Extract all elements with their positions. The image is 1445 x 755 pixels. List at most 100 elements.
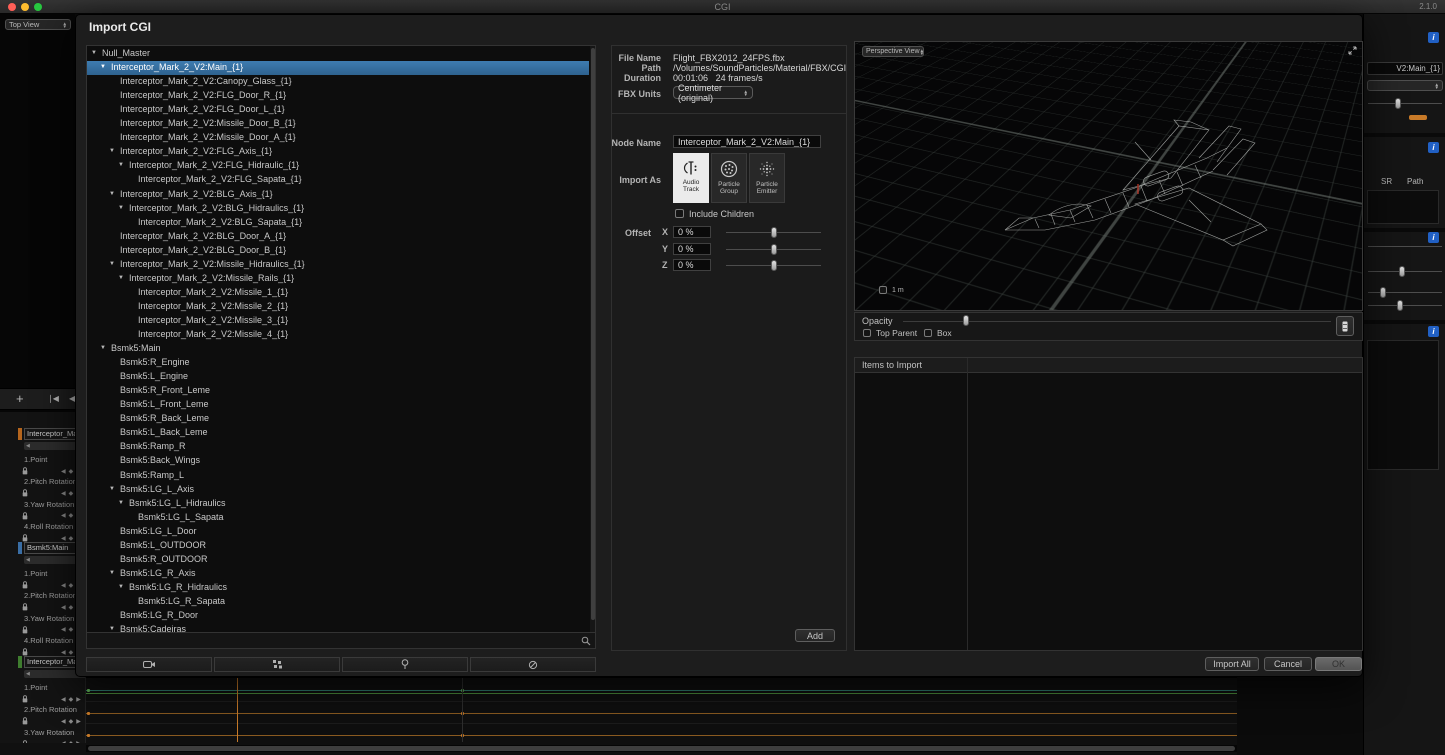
tree-row[interactable]: Interceptor_Mark_2_V2:Canopy_Glass_{1} [87,75,589,89]
track-param-controls[interactable]: ◀◆▶ [22,694,86,704]
inspector-slider[interactable] [1368,103,1442,104]
tree-row[interactable]: Interceptor_Mark_2_V2:Missile_3_{1} [87,314,589,328]
tree-caret-icon[interactable]: ▼ [118,275,124,281]
keyframe-dot[interactable] [87,712,90,715]
tree-row[interactable]: Interceptor_Mark_2_V2:FLG_Sapata_{1} [87,173,589,187]
inspector-slider-thumb[interactable] [1399,266,1405,277]
tree-row[interactable]: Interceptor_Mark_2_V2:FLG_Door_R_{1} [87,89,589,103]
ok-button[interactable]: OK [1315,657,1362,671]
inspector-slider-thumb[interactable] [1397,300,1403,311]
track-param-controls[interactable]: ◀◆▶ [22,716,86,726]
top-view-selector[interactable]: Top View ▲▼ [5,19,71,30]
tree-row[interactable]: Bsmk5:L_Back_Leme [87,426,589,440]
import-as-particle-group-tile[interactable]: Particle Group [711,153,747,203]
info-icon[interactable]: i [1428,142,1439,153]
scroll-left-icon[interactable]: ◀ [26,557,30,563]
tree-row[interactable]: ▼Bsmk5:Main [87,342,589,356]
prev-keyframe-icon[interactable]: ◀ [61,512,66,519]
tree-row[interactable]: ▼Interceptor_Mark_2_V2:Main_{1} [87,61,589,75]
tree-caret-icon[interactable]: ▼ [109,191,115,197]
filter-none-button[interactable] [470,657,596,672]
prev-keyframe-icon[interactable]: ◀ [61,696,66,703]
next-keyframe-icon[interactable]: ▶ [76,696,81,703]
view-selector-dropdown[interactable]: Perspective View ▲▼ [862,46,924,57]
tree-row[interactable]: ▼Interceptor_Mark_2_V2:Missile_Rails_{1} [87,272,589,286]
offset-slider-thumb[interactable] [771,244,777,255]
add-keyframe-icon[interactable]: ◆ [69,626,74,633]
info-icon[interactable]: i [1428,32,1439,43]
top-parent-checkbox[interactable] [863,329,871,337]
tree-caret-icon[interactable]: ▼ [109,570,115,576]
prev-keyframe-icon[interactable]: ◀ [61,582,66,589]
cancel-button[interactable]: Cancel [1264,657,1312,671]
tree-row[interactable]: Bsmk5:R_OUTDOOR [87,553,589,567]
add-track-button[interactable]: + [16,391,24,406]
inspector-slider[interactable] [1368,246,1442,247]
offset-slider-thumb[interactable] [771,260,777,271]
tree-row[interactable]: Interceptor_Mark_2_V2:Missile_2_{1} [87,300,589,314]
tree-caret-icon[interactable]: ▼ [100,64,106,70]
inspector-slider-thumb[interactable] [1395,98,1401,109]
skip-start-button[interactable]: ❘◀ [47,394,58,403]
tree-row[interactable]: ▼Bsmk5:LG_L_Axis [87,483,589,497]
scale-reference-checkbox[interactable] [879,286,887,294]
box-checkbox[interactable] [924,329,932,337]
tree-row[interactable]: ▼Interceptor_Mark_2_V2:FLG_Axis_{1} [87,145,589,159]
tree-row[interactable]: Bsmk5:LG_L_Sapata [87,511,589,525]
tree-row[interactable]: Bsmk5:R_Front_Leme [87,384,589,398]
import-as-particle-emitter-tile[interactable]: Particle Emitter [749,153,785,203]
tree-scrollbar[interactable] [590,46,595,632]
preview-viewport[interactable]: Perspective View ▲▼ 1 m [854,41,1363,311]
offset-y-input[interactable]: 0 % [673,243,711,255]
tree-row[interactable]: Bsmk5:Ramp_R [87,440,589,454]
tree-caret-icon[interactable]: ▼ [100,345,106,351]
filter-emitter-button[interactable] [342,657,468,672]
next-keyframe-icon[interactable]: ▶ [76,718,81,725]
tree-row[interactable]: Bsmk5:R_Back_Leme [87,412,589,426]
tree-caret-icon[interactable]: ▼ [118,584,124,590]
add-keyframe-icon[interactable]: ◆ [69,604,74,611]
filter-particle-group-button[interactable] [214,657,340,672]
import-as-audio-track-tile[interactable]: Audio Track [673,153,709,203]
tree-row[interactable]: Bsmk5:Back_Wings [87,454,589,468]
tree-row[interactable]: Bsmk5:L_Front_Leme [87,398,589,412]
prev-keyframe-icon[interactable]: ◀ [61,626,66,633]
tree-row[interactable]: Interceptor_Mark_2_V2:BLG_Sapata_{1} [87,216,589,230]
tree-caret-icon[interactable]: ▼ [109,261,115,267]
scroll-left-icon[interactable]: ◀ [26,671,30,677]
inspector-slider-thumb[interactable] [1380,287,1386,298]
tree-search-input[interactable] [86,633,596,649]
fullscreen-icon[interactable] [1348,46,1357,55]
node-name-input[interactable]: Interceptor_Mark_2_V2:Main_{1} [673,135,821,148]
opacity-slider-thumb[interactable] [963,315,969,326]
tree-row[interactable]: ▼Bsmk5:LG_L_Hidraulics [87,497,589,511]
tree-row[interactable]: ▼Bsmk5:LG_R_Hidraulics [87,581,589,595]
inspector-dropdown[interactable]: ▲▼ [1367,80,1443,91]
tree-row[interactable]: Bsmk5:R_Engine [87,356,589,370]
tree-row[interactable]: ▼Bsmk5:Cadeiras [87,623,589,633]
add-keyframe-icon[interactable]: ◆ [69,718,74,725]
tree-row[interactable]: ▼Bsmk5:LG_R_Axis [87,567,589,581]
tree-caret-icon[interactable]: ▼ [109,626,115,632]
offset-x-input[interactable]: 0 % [673,226,711,238]
tree-row[interactable]: Bsmk5:LG_R_Door [87,609,589,623]
tree-row[interactable]: Bsmk5:LG_L_Door [87,525,589,539]
add-keyframe-icon[interactable]: ◆ [69,649,74,656]
keyframe-dot[interactable] [87,689,90,692]
timeline-scrollbar[interactable] [86,745,1237,752]
tree-caret-icon[interactable]: ▼ [91,50,97,56]
tree-caret-icon[interactable]: ▼ [118,205,124,211]
offset-z-input[interactable]: 0 % [673,259,711,271]
mute-dash[interactable] [1409,115,1427,120]
tree-row[interactable]: Interceptor_Mark_2_V2:Missile_Door_A_{1} [87,131,589,145]
tree-row[interactable]: ▼Interceptor_Mark_2_V2:BLG_Axis_{1} [87,188,589,202]
keyframe-dot[interactable] [87,734,90,737]
prev-keyframe-icon[interactable]: ◀ [61,718,66,725]
offset-slider-thumb[interactable] [771,227,777,238]
tree-row[interactable]: Bsmk5:L_OUTDOOR [87,539,589,553]
tree-row[interactable]: ▼Interceptor_Mark_2_V2:BLG_Hidraulics_{1… [87,202,589,216]
add-keyframe-icon[interactable]: ◆ [69,490,74,497]
add-keyframe-icon[interactable]: ◆ [69,582,74,589]
tree-row[interactable]: Interceptor_Mark_2_V2:Missile_Door_B_{1} [87,117,589,131]
prev-keyframe-icon[interactable]: ◀ [61,604,66,611]
